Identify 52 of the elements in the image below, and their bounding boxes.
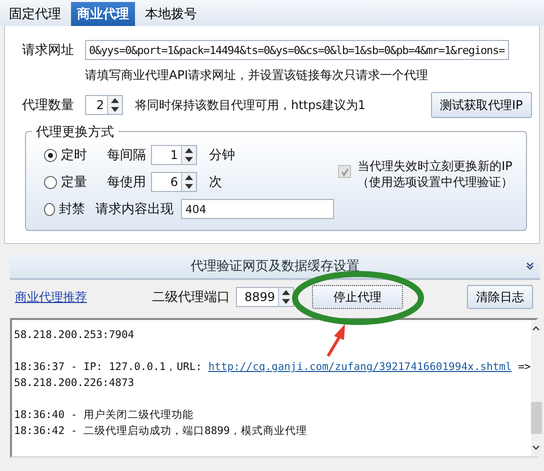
up-arrow-icon[interactable] <box>282 290 290 295</box>
tab[interactable]: 本地拨号 <box>139 2 203 26</box>
stop-button[interactable]: 停止代理 <box>312 285 403 309</box>
unit-label: 分钟 <box>209 147 235 164</box>
radio-button[interactable] <box>44 176 57 188</box>
group-title: 代理更换方式 <box>32 123 118 141</box>
up-arrow-icon[interactable] <box>185 175 193 180</box>
radio-label[interactable]: 封禁 <box>58 200 96 218</box>
log-link[interactable]: http://cq.ganji.com/zufang/39217416601994x.shtml <box>208 361 512 373</box>
field-label: 代理数量 <box>22 97 75 114</box>
log-line: 18:36:42 - 二级代理启动成功，端口8899，模式商业代理 <box>14 424 308 439</box>
unit-label: 次 <box>209 174 222 191</box>
up-arrow-icon[interactable] <box>111 98 119 103</box>
recommend-link[interactable]: 商业代理推荐 <box>15 288 152 306</box>
section-header[interactable]: 代理验证网页及数据缓存设置 <box>10 254 540 280</box>
checkbox-note: （使用选项设置中代理验证） <box>357 174 513 190</box>
up-arrow-icon[interactable] <box>185 148 193 153</box>
log-line: 18:36:40 - 用户关闭二级代理功能 <box>14 408 195 423</box>
option-label: 每使用 <box>107 174 146 191</box>
scrollbar[interactable] <box>530 320 542 456</box>
down-arrow-icon[interactable] <box>185 184 193 189</box>
tab[interactable]: 商业代理 <box>71 2 135 26</box>
scroll-thumb[interactable] <box>530 402 542 434</box>
clear-log-button[interactable]: 清除日志 <box>467 285 533 309</box>
port-spinner[interactable]: 8899 <box>236 287 294 307</box>
content-field[interactable]: 404 <box>181 199 334 219</box>
down-arrow-icon[interactable] <box>111 107 119 112</box>
radio-label[interactable]: 定时 <box>61 146 107 164</box>
scroll-down-icon[interactable] <box>532 445 540 450</box>
log-line: 58.218.200.253:7904 <box>14 328 136 343</box>
down-arrow-icon[interactable] <box>185 157 193 162</box>
option-label: 每间隔 <box>107 147 146 164</box>
note-text: 将同时保持该数目代理可用，https建议为1 <box>135 96 367 114</box>
scroll-up-icon[interactable] <box>532 326 540 331</box>
down-arrow-icon[interactable] <box>282 299 290 304</box>
hint-text: 请填写商业代理API请求网址，并设置该链接每次只请求一个代理 <box>85 67 429 84</box>
option-label: 请求内容出现 <box>95 201 174 218</box>
field-label: 请求网址 <box>22 42 75 59</box>
value-spinner[interactable]: 6 <box>151 172 197 192</box>
port-label: 二级代理端口 <box>152 289 231 306</box>
test-button[interactable]: 测试获取代理IP <box>431 92 532 118</box>
count-spinner[interactable]: 2 <box>85 95 123 115</box>
chevron-icon <box>526 262 534 270</box>
radio-button[interactable] <box>44 148 57 162</box>
radio-label[interactable]: 定量 <box>61 173 107 191</box>
tab[interactable]: 固定代理 <box>3 2 67 26</box>
radio-button[interactable] <box>44 202 55 216</box>
log-line: 18:36:37 - IP: 127.0.0.1，URL: http://cq.ganji.com/zufang/39217416601994x.shtml => <box>14 360 531 375</box>
value-spinner[interactable]: 1 <box>151 145 197 165</box>
annotation-arrow <box>326 324 345 357</box>
log-line: 58.218.200.226:4873 <box>14 376 136 391</box>
url-field[interactable]: 0&yys=0&port=1&pack=14494&ts=0&ys=0&cs=0&lb=1&sb=0&pb=4&mr=1&regions= <box>85 40 509 60</box>
